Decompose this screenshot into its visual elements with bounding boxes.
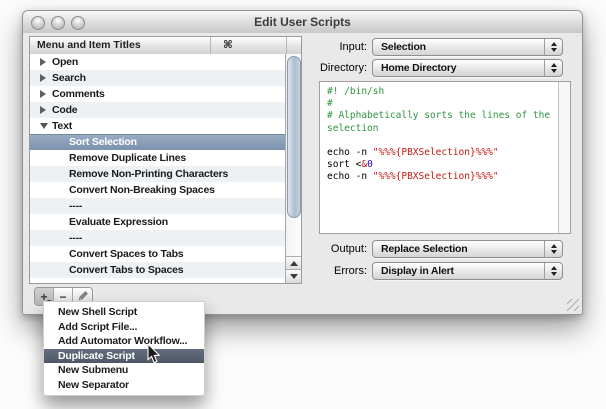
arrow-up-icon xyxy=(290,261,298,266)
column-header-spacer xyxy=(287,37,301,54)
list-item[interactable]: Text xyxy=(30,118,287,134)
list-item[interactable]: ---- xyxy=(30,230,287,246)
list-item-label: Convert Non-Breaking Spaces xyxy=(69,182,215,198)
popup-arrows-icon xyxy=(544,241,562,257)
list-item[interactable]: Evaluate Expression xyxy=(30,214,287,230)
errors-popup-value: Display in Alert xyxy=(373,265,544,277)
popup-arrows-icon xyxy=(544,263,562,279)
list-item[interactable]: Convert Spaces to Tabs xyxy=(30,246,287,262)
resize-grip[interactable] xyxy=(567,299,579,311)
code-line xyxy=(327,135,559,147)
add-script-menu: New Shell ScriptAdd Script File...Add Au… xyxy=(43,301,205,396)
list-item[interactable]: Code xyxy=(30,102,287,118)
list-item-label: Search xyxy=(52,70,86,86)
column-header-shortcut[interactable]: ⌘ xyxy=(211,37,287,54)
editor-scrollbar[interactable] xyxy=(558,82,570,233)
list-item[interactable]: Comments xyxy=(30,86,287,102)
desktop: Edit User Scripts Menu and Item Titles ⌘… xyxy=(0,0,606,409)
directory-popup[interactable]: Home Directory xyxy=(372,59,563,77)
list-item[interactable]: Remove Duplicate Lines xyxy=(30,150,287,166)
list-item-label: Sort Selection xyxy=(69,135,137,150)
list-item-label: Convert Spaces to Tabs xyxy=(69,246,183,262)
list-item[interactable]: Sort Selection xyxy=(30,134,287,150)
list-item-label: ---- xyxy=(69,230,82,246)
menu-item[interactable]: New Shell Script xyxy=(44,305,204,320)
list-scrollbar-thumb[interactable] xyxy=(287,56,301,218)
disclosure-closed-icon[interactable] xyxy=(40,74,46,82)
disclosure-closed-icon[interactable] xyxy=(40,90,46,98)
titlebar[interactable]: Edit User Scripts xyxy=(23,11,582,34)
disclosure-closed-icon[interactable] xyxy=(40,106,46,114)
input-row: Input: Selection xyxy=(317,38,571,56)
list-item-label: Remove Duplicate Lines xyxy=(69,150,186,166)
list-item-label: Code xyxy=(52,102,77,118)
code-line: #! /bin/sh xyxy=(327,86,559,98)
script-list: Menu and Item Titles ⌘ OpenSearchComment… xyxy=(29,36,302,284)
list-scrollbar[interactable] xyxy=(285,54,301,283)
list-item-label: ---- xyxy=(69,198,82,214)
list-item[interactable]: ---- xyxy=(30,198,287,214)
errors-row: Errors: Display in Alert xyxy=(317,262,571,280)
script-editor-text[interactable]: #! /bin/sh## Alphabetically sorts the li… xyxy=(320,82,559,233)
list-item[interactable]: Convert Tabs to Spaces xyxy=(30,262,287,278)
directory-row: Directory: Home Directory xyxy=(317,59,571,77)
scroll-up-button[interactable] xyxy=(286,256,301,270)
errors-popup[interactable]: Display in Alert xyxy=(372,262,563,280)
arrow-down-icon xyxy=(290,274,298,279)
code-line: # Alphabetically sorts the lines of the xyxy=(327,110,559,122)
list-item-label: Open xyxy=(52,54,78,70)
list-item[interactable]: Convert Non-Breaking Spaces xyxy=(30,182,287,198)
disclosure-closed-icon[interactable] xyxy=(40,58,46,66)
popup-arrows-icon xyxy=(544,60,562,76)
list-item-label: Convert Tabs to Spaces xyxy=(69,262,183,278)
disclosure-open-icon[interactable] xyxy=(40,123,48,129)
script-list-rows: OpenSearchCommentsCodeTextSort Selection… xyxy=(30,54,287,283)
code-line: sort <&0 xyxy=(327,159,559,171)
list-item-label: Remove Non-Printing Characters xyxy=(69,166,228,182)
edit-user-scripts-window: Edit User Scripts Menu and Item Titles ⌘… xyxy=(22,10,583,315)
code-line: selection xyxy=(327,123,559,135)
input-label: Input: xyxy=(317,41,367,53)
directory-label: Directory: xyxy=(317,62,367,74)
list-item-label: Comments xyxy=(52,86,105,102)
output-row: Output: Replace Selection xyxy=(317,240,571,258)
scroll-down-button[interactable] xyxy=(286,269,301,283)
code-line: echo -n "%%%{PBXSelection}%%%" xyxy=(327,171,559,183)
menu-item[interactable]: Add Script File... xyxy=(44,320,204,335)
errors-label: Errors: xyxy=(317,265,367,277)
code-line: echo -n "%%%{PBXSelection}%%%" xyxy=(327,147,559,159)
input-popup[interactable]: Selection xyxy=(372,38,563,56)
window-content: Menu and Item Titles ⌘ OpenSearchComment… xyxy=(23,33,582,314)
popup-arrows-icon xyxy=(544,39,562,55)
list-item[interactable]: Open xyxy=(30,54,287,70)
script-settings-panel: Input: Selection Directory: Home Directo… xyxy=(317,36,571,282)
output-label: Output: xyxy=(317,243,367,255)
menu-item[interactable]: Add Automator Workflow... xyxy=(44,334,204,349)
list-item[interactable]: Search xyxy=(30,70,287,86)
menu-item[interactable]: New Submenu xyxy=(44,363,204,378)
list-item[interactable]: ---- xyxy=(30,278,287,283)
output-popup[interactable]: Replace Selection xyxy=(372,240,563,258)
directory-popup-value: Home Directory xyxy=(373,62,544,74)
list-item-label: Text xyxy=(52,118,72,134)
code-line: # xyxy=(327,98,559,110)
menu-item[interactable]: New Separator xyxy=(44,378,204,393)
column-header-titles[interactable]: Menu and Item Titles xyxy=(30,37,211,54)
list-item-label: Evaluate Expression xyxy=(69,214,168,230)
window-title: Edit User Scripts xyxy=(23,15,582,29)
script-editor[interactable]: #! /bin/sh## Alphabetically sorts the li… xyxy=(319,81,571,234)
list-item-label: ---- xyxy=(69,278,82,283)
list-item[interactable]: Remove Non-Printing Characters xyxy=(30,166,287,182)
menu-item[interactable]: Duplicate Script xyxy=(44,349,204,364)
output-popup-value: Replace Selection xyxy=(373,243,544,255)
list-header: Menu and Item Titles ⌘ xyxy=(30,37,301,55)
input-popup-value: Selection xyxy=(373,41,544,53)
